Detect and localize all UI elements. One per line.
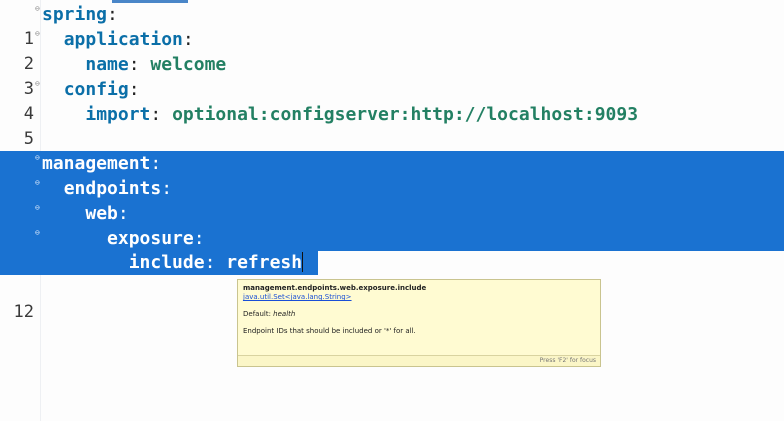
yaml-separator: : <box>204 252 227 273</box>
fold-icon[interactable]: ⊖ <box>35 23 41 45</box>
editor-line-3[interactable]: 3 name: welcome <box>0 52 784 99</box>
yaml-separator: : <box>117 203 129 224</box>
yaml-key: config <box>63 79 129 100</box>
yaml-separator: : <box>161 178 173 199</box>
editor-line-6[interactable]: 6 <box>0 127 784 174</box>
editor-line-5[interactable]: 5 import: optional:configserver:http://l… <box>0 102 784 149</box>
editor-line-1[interactable]: 1 ⊖ spring: <box>0 0 784 49</box>
yaml-key: import <box>85 104 151 125</box>
popup-property-name: management.endpoints.web.exposure.includ… <box>243 284 427 292</box>
yaml-separator: : <box>150 153 162 174</box>
yaml-separator: : <box>193 228 205 249</box>
fold-icon[interactable]: ⊖ <box>35 172 41 194</box>
editor-line-8-selected[interactable]: 8 ⊖ endpoints: <box>0 176 784 223</box>
yaml-separator: : <box>128 79 140 100</box>
popup-type-link[interactable]: java.util.Set<java.lang.String> <box>243 293 352 301</box>
yaml-key: name <box>85 54 129 75</box>
yaml-value: refresh <box>226 252 303 273</box>
fold-icon[interactable]: ⊖ <box>35 73 41 95</box>
yaml-separator: : <box>128 54 151 75</box>
popup-focus-hint: Press 'F2' for focus <box>539 357 596 364</box>
fold-icon[interactable]: ⊖ <box>35 222 41 244</box>
yaml-key: application <box>63 29 183 50</box>
editor-line-9-selected[interactable]: 9 ⊖ web: <box>0 201 784 248</box>
yaml-key: exposure <box>107 228 194 249</box>
editor-line-2[interactable]: 2 ⊖ application: <box>0 27 784 74</box>
yaml-key: include <box>128 252 205 273</box>
property-documentation-popup[interactable]: management.endpoints.web.exposure.includ… <box>237 279 601 367</box>
yaml-value: welcome <box>150 54 227 75</box>
fold-icon[interactable]: ⊖ <box>35 197 41 219</box>
popup-footer: Press 'F2' for focus <box>238 355 600 366</box>
fold-icon[interactable]: ⊖ <box>35 0 41 20</box>
popup-description: Endpoint IDs that should be included or … <box>243 327 416 335</box>
yaml-key: spring <box>42 4 108 25</box>
yaml-separator: : <box>182 29 194 50</box>
editor-line-10-selected[interactable]: 10 ⊖ exposure: <box>0 226 784 273</box>
line-number: 12 <box>13 302 34 322</box>
yaml-key: endpoints <box>63 178 162 199</box>
yaml-key: web <box>85 203 118 224</box>
code-editor[interactable]: 1 ⊖ spring: 2 ⊖ application: 3 name: wel… <box>0 0 784 421</box>
fold-icon[interactable]: ⊖ <box>35 147 41 169</box>
text-cursor <box>302 252 304 272</box>
yaml-separator: : <box>107 4 118 25</box>
popup-default: Default: health <box>243 310 295 318</box>
popup-default-value: health <box>273 310 296 318</box>
editor-line-11-selected[interactable]: 11 include: refresh <box>0 250 784 322</box>
yaml-value: optional:configserver:http://localhost:9… <box>172 104 639 125</box>
yaml-separator: : <box>150 104 173 125</box>
editor-line-4[interactable]: 4 ⊖ config: <box>0 77 784 124</box>
yaml-key: management <box>42 153 151 174</box>
editor-line-7-selected[interactable]: 7 ⊖ management: <box>0 151 784 198</box>
popup-default-label: Default: <box>243 310 274 318</box>
